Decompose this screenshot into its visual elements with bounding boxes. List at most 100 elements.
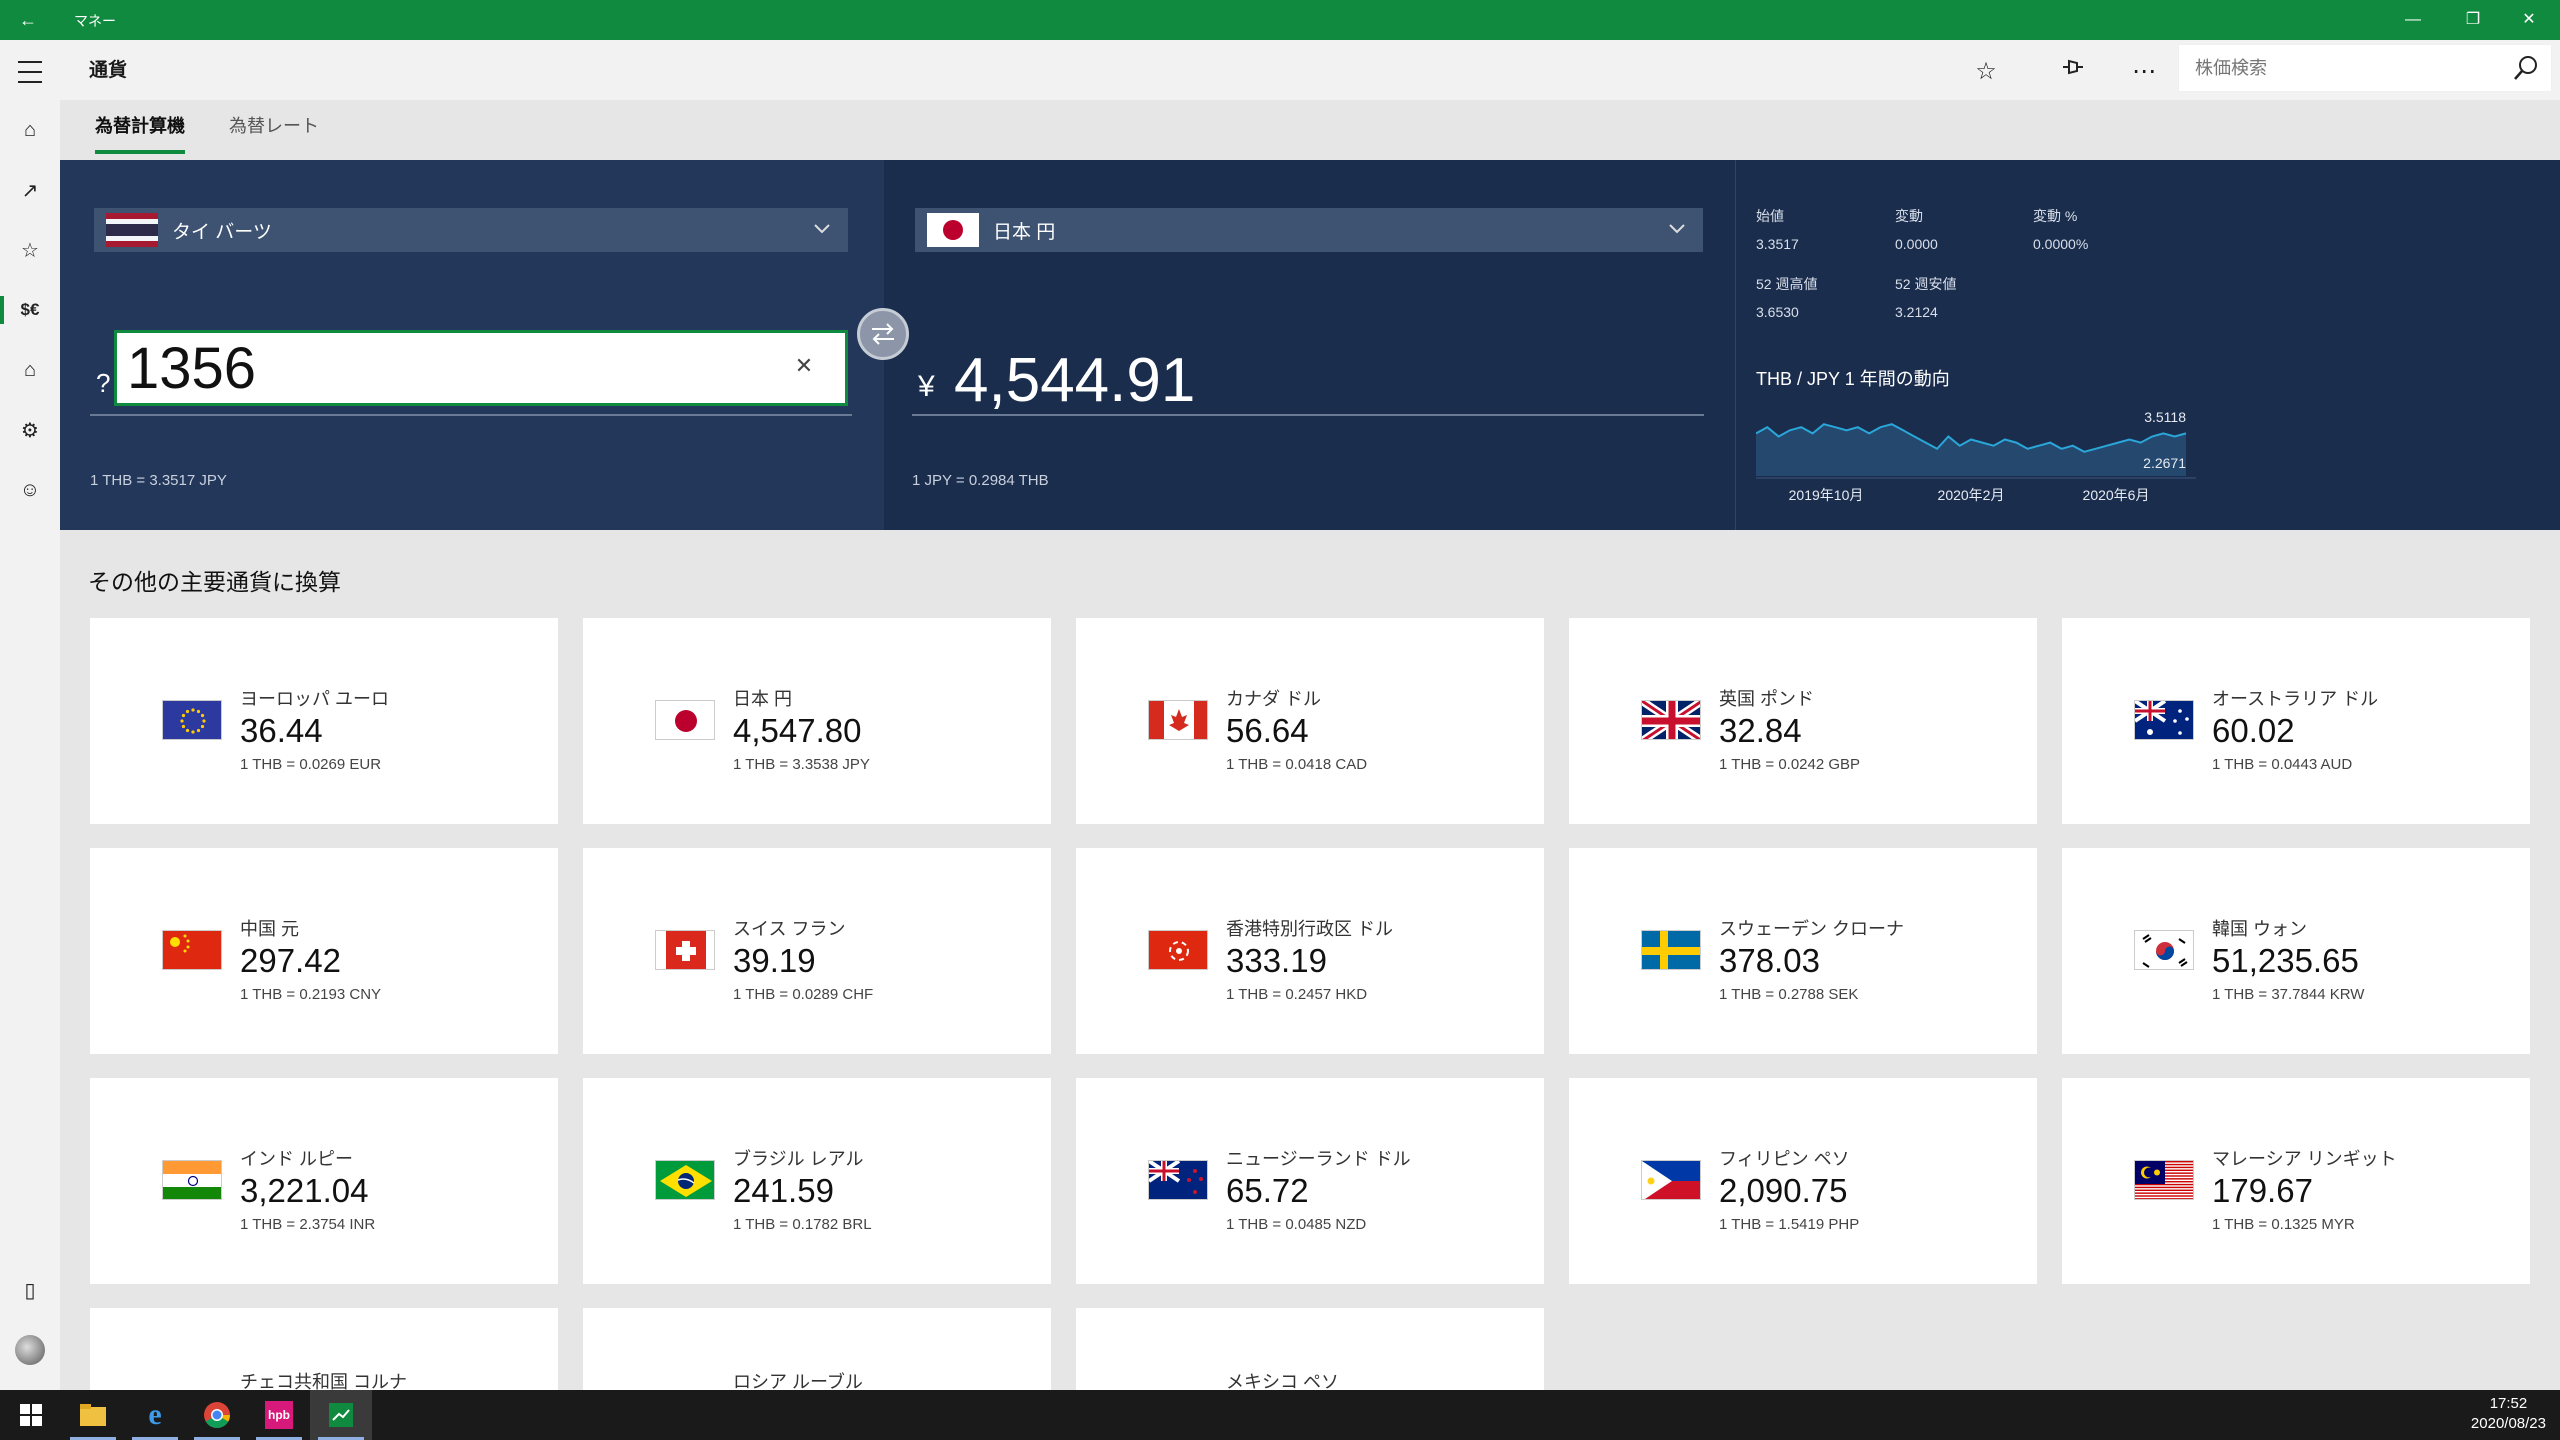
my-flag-icon	[2134, 1160, 2194, 1200]
currency-name: フィリピン ペソ	[1719, 1149, 1850, 1169]
home-icon[interactable]: ⌂	[0, 104, 60, 156]
exchange-rate: 1 THB = 0.1782 BRL	[733, 1216, 872, 1233]
from-currency-dropdown[interactable]: タイ バーツ	[94, 208, 848, 252]
eu-flag-icon	[162, 700, 222, 740]
hpb-icon[interactable]: hpb	[248, 1390, 310, 1440]
swap-button[interactable]	[857, 308, 909, 360]
in-flag-icon	[162, 1160, 222, 1200]
currency-icon[interactable]: $€	[0, 284, 60, 336]
watchlist-icon[interactable]: ☆	[0, 224, 60, 276]
currency-name: 香港特別行政区 ドル	[1226, 919, 1394, 939]
search-icon[interactable]	[2511, 53, 2541, 83]
title-bar: ← マネー — ❐ ✕	[0, 0, 2560, 40]
nz-flag-icon	[1148, 1160, 1208, 1200]
exchange-rate: 1 THB = 0.0242 GBP	[1719, 756, 1861, 773]
chrome-icon[interactable]	[186, 1390, 248, 1440]
currency-card[interactable]: カナダ ドル 56.64 1 THB = 0.0418 CAD	[1076, 618, 1544, 824]
currency-card[interactable]: ブラジル レアル 241.59 1 THB = 0.1782 BRL	[583, 1078, 1051, 1284]
page-title: 通貨	[89, 60, 128, 81]
converted-value: 3,221.04	[240, 1172, 369, 1209]
taskbar: e hpb 17:52 2020/08/23	[0, 1390, 2560, 1440]
currency-name: ブラジル レアル	[733, 1149, 864, 1169]
avatar[interactable]	[0, 1324, 60, 1376]
currency-card[interactable]: マレーシア リンギット 179.67 1 THB = 0.1325 MYR	[2062, 1078, 2530, 1284]
clear-icon[interactable]: ✕	[791, 353, 817, 379]
currency-card[interactable]: 英国 ポンド 32.84 1 THB = 0.0242 GBP	[1569, 618, 2037, 824]
stat-change-pct: 変動 % 0.0000%	[2033, 208, 2089, 252]
from-panel: タイ バーツ ? ✕ 1 THB = 3.3517 JPY	[60, 160, 884, 530]
currency-card[interactable]: ニュージーランド ドル 65.72 1 THB = 0.0485 NZD	[1076, 1078, 1544, 1284]
ca-flag-icon	[1148, 700, 1208, 740]
converted-value: 2,090.75	[1719, 1172, 1848, 1209]
more-icon[interactable]: ⋯	[2126, 54, 2162, 90]
to-currency-label: 日本 円	[993, 221, 1056, 243]
stat-change: 変動 0.0000	[1895, 208, 1938, 252]
currency-card[interactable]: 日本 円 4,547.80 1 THB = 3.3538 JPY	[583, 618, 1051, 824]
cn-flag-icon	[162, 930, 222, 970]
menu-icon[interactable]	[0, 46, 60, 98]
file-explorer-icon[interactable]	[62, 1390, 124, 1440]
ch-flag-icon	[655, 930, 715, 970]
currency-card[interactable]: 中国 元 297.42 1 THB = 0.2193 CNY	[90, 848, 558, 1054]
start-icon[interactable]	[0, 1390, 62, 1440]
converted-value: 333.19	[1226, 942, 1327, 979]
stats-panel: 始値 3.3517 変動 0.0000 変動 % 0.0000% 52 週高値 3.65…	[1735, 160, 2560, 530]
search-box[interactable]	[2178, 44, 2552, 92]
converted-amount: 4,544.91	[954, 346, 1196, 415]
calculator-icon[interactable]: ⚙	[0, 404, 60, 456]
search-input[interactable]	[2179, 45, 2499, 91]
star-icon[interactable]: ☆	[1968, 54, 2004, 90]
system-clock[interactable]: 17:52 2020/08/23	[2471, 1394, 2546, 1434]
ie-icon[interactable]: e	[124, 1390, 186, 1440]
currency-name: オーストラリア ドル	[2212, 689, 2379, 709]
phone-icon[interactable]: ▯	[0, 1264, 60, 1316]
exchange-rate: 1 THB = 0.2788 SEK	[1719, 986, 1859, 1003]
back-arrow-icon[interactable]: ←	[14, 6, 42, 34]
currency-name: カナダ ドル	[1226, 689, 1322, 709]
section-title: その他の主要通貨に換算	[88, 569, 341, 595]
currency-card[interactable]: スイス フラン 39.19 1 THB = 0.0289 CHF	[583, 848, 1051, 1054]
currency-card[interactable]: 香港特別行政区 ドル 333.19 1 THB = 0.2457 HKD	[1076, 848, 1544, 1054]
minimize-icon[interactable]: —	[2390, 4, 2436, 36]
close-icon[interactable]: ✕	[2506, 4, 2552, 36]
stat-open: 始値 3.3517	[1756, 208, 1799, 252]
exchange-rate: 1 THB = 37.7844 KRW	[2212, 986, 2365, 1003]
currency-card[interactable]: オーストラリア ドル 60.02 1 THB = 0.0443 AUD	[2062, 618, 2530, 824]
stat-52w-high: 52 週高値 3.6530	[1756, 276, 1818, 320]
x-tick-label: 2019年10月	[1789, 487, 1864, 503]
currency-card[interactable]: ヨーロッパ ユーロ 36.44 1 THB = 0.0269 EUR	[90, 618, 558, 824]
currency-card[interactable]: スウェーデン クローナ 378.03 1 THB = 0.2788 SEK	[1569, 848, 2037, 1054]
kr-flag-icon	[2134, 930, 2194, 970]
converted-value: 39.19	[733, 942, 816, 979]
se-flag-icon	[1641, 930, 1701, 970]
from-currency-label: タイ バーツ	[172, 221, 272, 243]
to-currency-dropdown[interactable]: 日本 円	[915, 208, 1703, 252]
converted-value: 65.72	[1226, 1172, 1309, 1209]
money-app-icon[interactable]	[310, 1390, 372, 1440]
currency-name: ニュージーランド ドル	[1226, 1149, 1411, 1169]
restore-icon[interactable]: ❐	[2450, 4, 2496, 36]
trending-icon[interactable]: ↗	[0, 164, 60, 216]
feedback-icon[interactable]: ☺	[0, 464, 60, 516]
exchange-rate: 1 THB = 0.0485 NZD	[1226, 1216, 1367, 1233]
x-tick-label: 2020年6月	[2083, 487, 2150, 503]
converter-panel: タイ バーツ ? ✕ 1 THB = 3.3517 JPY 日本 円 ¥ 4,5…	[60, 160, 2560, 530]
br-flag-icon	[655, 1160, 715, 1200]
y-tick-label: 2.2671	[2143, 455, 2186, 471]
tab-rates[interactable]: 為替レート	[229, 112, 319, 148]
currency-card[interactable]: インド ルピー 3,221.04 1 THB = 2.3754 INR	[90, 1078, 558, 1284]
currency-card[interactable]: 韓国 ウォン 51,235.65 1 THB = 37.7844 KRW	[2062, 848, 2530, 1054]
clock-time: 17:52	[2489, 1395, 2528, 1412]
amount-field[interactable]: ✕	[114, 330, 848, 406]
mortgage-icon[interactable]: ⌂	[0, 344, 60, 396]
to-rate: 1 JPY = 0.2984 THB	[912, 472, 1049, 489]
currency-card[interactable]: フィリピン ペソ 2,090.75 1 THB = 1.5419 PHP	[1569, 1078, 2037, 1284]
chevron-down-icon	[1669, 224, 1685, 234]
jp-flag-icon	[655, 700, 715, 740]
swap-icon	[872, 323, 894, 345]
pin-icon[interactable]	[2054, 54, 2090, 90]
amount-input[interactable]	[117, 333, 757, 403]
converted-value: 297.42	[240, 942, 341, 979]
tab-converter[interactable]: 為替計算機	[95, 112, 185, 154]
header: 通貨 ☆ ⋯	[60, 40, 2560, 100]
